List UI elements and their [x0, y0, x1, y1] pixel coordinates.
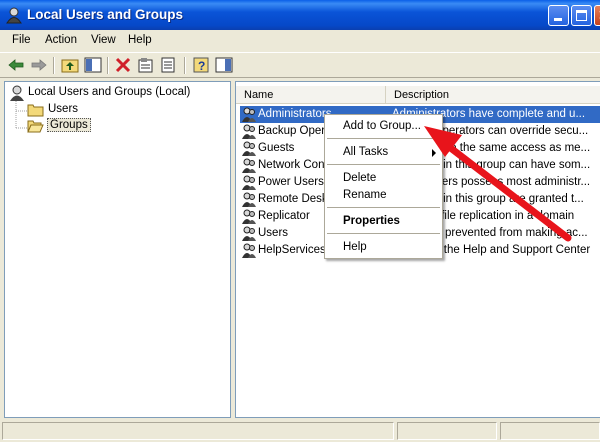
close-button[interactable]: ✕ [594, 5, 600, 26]
group-icon [242, 107, 256, 122]
menu-help[interactable]: Help [128, 34, 152, 46]
menu-action[interactable]: Action [45, 34, 77, 46]
users-groups-icon [10, 85, 24, 101]
show-hide-tree-icon[interactable] [84, 56, 102, 74]
group-icon [242, 209, 256, 224]
toolbar-separator [53, 57, 55, 74]
column-header-name[interactable]: Name [236, 86, 386, 104]
delete-icon[interactable] [114, 56, 132, 74]
context-menu: Add to Group... All Tasks Delete Rename … [324, 114, 443, 259]
help-icon[interactable]: ? [192, 56, 210, 74]
column-header-description[interactable]: Description [386, 86, 600, 104]
action-pane-icon[interactable] [215, 56, 233, 74]
tree-node-root-label: Local Users and Groups (Local) [28, 86, 191, 98]
toolbar-separator [107, 57, 109, 74]
tree-node-groups-label: Groups [47, 118, 91, 132]
users-groups-icon [6, 7, 22, 24]
tree-node-root[interactable]: Local Users and Groups (Local) [7, 85, 227, 101]
group-icon [242, 124, 256, 139]
menu-item-all-tasks[interactable]: All Tasks [343, 146, 388, 158]
status-panel [2, 422, 394, 440]
minimize-icon [554, 18, 562, 21]
menu-separator [327, 138, 440, 139]
export-list-icon[interactable] [160, 56, 178, 74]
menu-item-rename[interactable]: Rename [343, 189, 386, 201]
svg-text:?: ? [198, 59, 205, 73]
tree-node-users[interactable]: Users [27, 102, 107, 118]
menu-view[interactable]: View [91, 34, 116, 46]
menu-separator [327, 207, 440, 208]
group-icon [242, 226, 256, 241]
menu-item-help[interactable]: Help [343, 241, 367, 253]
open-folder-icon [27, 120, 44, 133]
window-title: Local Users and Groups [27, 7, 184, 22]
status-panel [397, 422, 497, 440]
tree-node-users-label: Users [48, 103, 79, 115]
submenu-arrow-icon [432, 149, 436, 157]
console-tree: Local Users and Groups (Local) Users Gro… [4, 81, 231, 418]
minimize-button[interactable] [548, 5, 569, 26]
group-icon [242, 175, 256, 190]
column-header-description-label: Description [394, 89, 450, 101]
menu-file[interactable]: File [12, 34, 31, 46]
maximize-button[interactable] [571, 5, 592, 26]
status-bar [0, 420, 600, 442]
group-icon [242, 192, 256, 207]
maximize-icon [576, 10, 587, 21]
status-panel [500, 422, 600, 440]
menu-separator [327, 164, 440, 165]
properties-icon[interactable] [137, 56, 155, 74]
forward-arrow-icon[interactable] [30, 56, 48, 74]
up-folder-icon[interactable] [61, 56, 79, 74]
column-header-name-label: Name [244, 89, 274, 101]
menu-separator [327, 233, 440, 234]
tree-node-groups[interactable]: Groups [27, 118, 107, 134]
menu-item-add-to-group[interactable]: Add to Group... [343, 120, 421, 132]
menu-item-delete[interactable]: Delete [343, 172, 376, 184]
group-icon [242, 243, 256, 258]
back-arrow-icon[interactable] [7, 56, 25, 74]
title-bar: Local Users and Groups ✕ [0, 0, 600, 30]
group-icon [242, 158, 256, 173]
group-icon [242, 141, 256, 156]
menu-item-properties[interactable]: Properties [343, 215, 400, 227]
menu-bar: File Action View Help [0, 30, 600, 52]
toolbar: ? [0, 52, 600, 78]
toolbar-separator [184, 57, 186, 74]
folder-icon [27, 104, 44, 117]
